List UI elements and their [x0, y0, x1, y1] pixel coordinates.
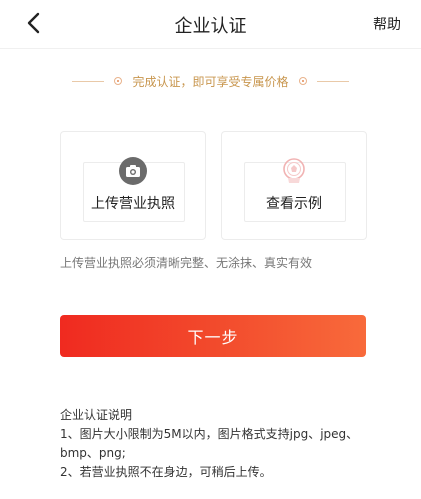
certification-notes: 企业认证说明 1、图片大小限制为5M以内，图片格式支持jpg、jpeg、bmp、…	[60, 406, 390, 482]
notes-line-1: 1、图片大小限制为5M以内，图片格式支持jpg、jpeg、bmp、png;	[60, 427, 359, 460]
requirement-text: 上传营业执照必须清晰完整、无涂抹、真实有效	[60, 256, 313, 270]
page-title: 企业认证	[174, 16, 247, 37]
tip-right-dot	[298, 77, 307, 85]
notes-line-2: 2、若营业执照不在身边，可稍后上传。	[60, 465, 272, 479]
upload-license-label: 上传营业执照	[91, 196, 175, 212]
upload-license-card[interactable]: 上传营业执照	[60, 131, 206, 240]
camera-icon	[118, 156, 148, 186]
tip-right-line	[316, 80, 349, 82]
help-link[interactable]: 帮助	[373, 14, 401, 34]
notes-title: 企业认证说明	[60, 408, 133, 422]
promo-tip: 完成认证，即可享受专属价格	[0, 72, 421, 90]
tip-text: 完成认证，即可享受专属价格	[132, 74, 289, 89]
view-example-card[interactable]: 查看示例	[221, 131, 367, 240]
view-example-label: 查看示例	[266, 196, 322, 212]
tip-left-dot	[114, 77, 123, 85]
top-nav-bar: 企业认证 帮助	[0, 0, 421, 49]
next-step-button[interactable]: 下一步	[60, 315, 366, 357]
tip-left-line	[72, 80, 105, 82]
seal-icon	[279, 156, 309, 186]
